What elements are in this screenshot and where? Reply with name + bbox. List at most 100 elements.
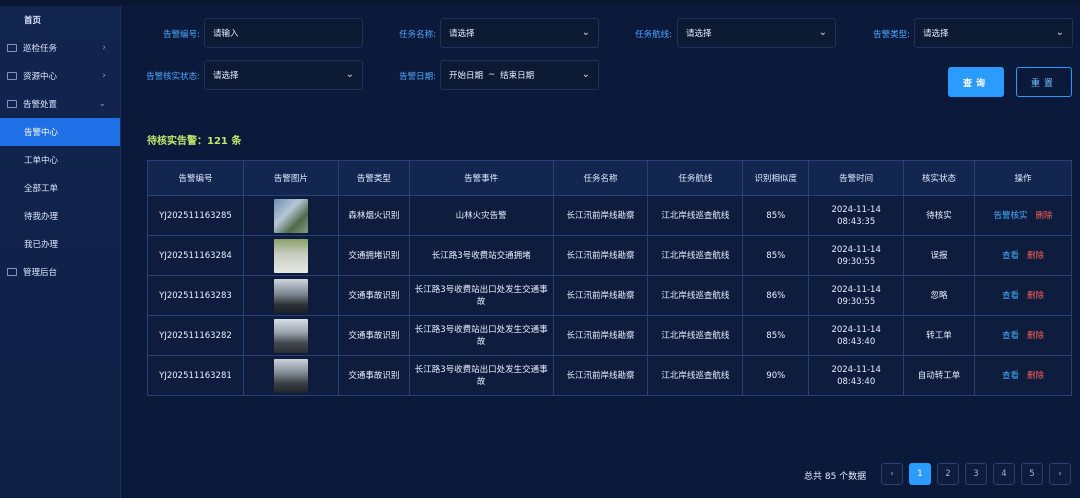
sidebar-item-label: 告警中心 — [24, 128, 59, 138]
cell-task-route: 江北岸线巡查航线 — [647, 275, 744, 316]
alarm-date-range[interactable]: 开始日期 ~ 结束日期 ⌄ — [440, 60, 599, 90]
cell-alarm-type: 交通事故识别 — [337, 355, 410, 396]
verify-status-label: 告警核实状态: — [146, 72, 200, 82]
sidebar: 首页 巡检任务 › 资源中心 › 告警处置 ⌄ 告警中心 工单中心 全部工单 待… — [0, 6, 121, 498]
alarm-thumbnail[interactable] — [273, 238, 308, 273]
cell-alarm-event: 长江路3号收费站交通拥堵 — [408, 235, 554, 276]
alarm-date-label: 告警日期: — [399, 72, 436, 82]
cell-alarm-type: 交通拥堵识别 — [337, 235, 410, 276]
cell-operation: 查看 删除 — [974, 315, 1072, 356]
pagination-prev-button[interactable]: ‹ — [881, 463, 903, 485]
chevron-down-icon: ⌄ — [581, 27, 590, 38]
pagination-page-1[interactable]: 1 — [909, 463, 931, 485]
sidebar-item-patrol-tasks[interactable]: 巡检任务 › — [0, 34, 120, 62]
sidebar-item-alarm-center[interactable]: 告警中心 — [0, 118, 120, 146]
alarm-type-value: 请选择 — [923, 29, 949, 39]
alarm-thumbnail[interactable] — [273, 198, 308, 233]
cell-alarm-image[interactable] — [242, 355, 339, 396]
view-link[interactable]: 查看 — [1002, 251, 1019, 261]
grid-icon — [7, 268, 17, 276]
sidebar-item-label: 全部工单 — [24, 184, 59, 194]
chevron-down-icon: ⌄ — [818, 27, 827, 38]
pagination-page-4[interactable]: 4 — [993, 463, 1015, 485]
cell-alarm-event: 长江路3号收费站出口处发生交通事故 — [408, 355, 554, 396]
sidebar-item-all-workorders[interactable]: 全部工单 — [0, 174, 120, 202]
delete-link[interactable]: 删除 — [1027, 371, 1044, 381]
alarm-thumbnail[interactable] — [273, 318, 308, 353]
delete-link[interactable]: 删除 — [1027, 291, 1044, 301]
sidebar-item-alarm-handling[interactable]: 告警处置 ⌄ — [0, 90, 120, 118]
cell-alarm-image[interactable] — [242, 275, 339, 316]
delete-link[interactable]: 删除 — [1027, 331, 1044, 341]
cell-alarm-no: YJ202511163282 — [147, 315, 244, 356]
cell-alarm-image[interactable] — [242, 235, 339, 276]
alarm-no-input[interactable]: 请输入 — [204, 18, 363, 48]
alarm-type-label: 告警类型: — [873, 30, 910, 40]
sidebar-item-label: 巡检任务 — [23, 44, 58, 54]
sidebar-item-my-done[interactable]: 我已办理 — [0, 230, 120, 258]
header-alarm-no: 告警编号 — [147, 160, 244, 196]
query-button[interactable]: 查询 — [948, 67, 1004, 97]
sidebar-item-label: 工单中心 — [24, 156, 59, 166]
header-alarm-image: 告警图片 — [242, 160, 339, 196]
verify-status-select[interactable]: 请选择 ⌄ — [204, 60, 363, 90]
alarm-thumbnail[interactable] — [273, 278, 308, 313]
pagination-page-2[interactable]: 2 — [937, 463, 959, 485]
cell-alarm-time: 2024-11-14 09:30:55 — [808, 275, 905, 316]
task-route-label: 任务航线: — [635, 30, 672, 40]
header-alarm-time: 告警时间 — [808, 160, 905, 196]
cell-similarity: 85% — [742, 195, 810, 236]
pagination-page-5[interactable]: 5 — [1021, 463, 1043, 485]
cell-alarm-time: 2024-11-14 08:43:35 — [808, 195, 905, 236]
task-name-select[interactable]: 请选择 ⌄ — [440, 18, 599, 48]
view-link[interactable]: 查看 — [1002, 331, 1019, 341]
date-separator: ~ — [488, 70, 496, 80]
cell-alarm-time: 2024-11-14 09:30:55 — [808, 235, 905, 276]
view-link[interactable]: 查看 — [1002, 291, 1019, 301]
cell-operation: 查看 删除 — [974, 235, 1072, 276]
chevron-down-icon: ⌄ — [98, 99, 106, 109]
cell-task-name: 长江汛前岸线勘察 — [552, 235, 649, 276]
cell-operation: 告警核实 删除 — [974, 195, 1072, 236]
chevron-right-icon: › — [102, 43, 106, 53]
table-row: YJ202511163283 交通事故识别 长江路3号收费站出口处发生交通事故 … — [147, 275, 1072, 316]
cell-verify-status: 待核实 — [903, 195, 976, 236]
date-start: 开始日期 — [449, 71, 484, 81]
delete-link[interactable]: 删除 — [1027, 251, 1044, 261]
header-task-route: 任务航线 — [647, 160, 744, 196]
view-link[interactable]: 查看 — [1002, 371, 1019, 381]
reset-button[interactable]: 重置 — [1016, 67, 1072, 97]
cell-task-route: 江北岸线巡查航线 — [647, 355, 744, 396]
cell-task-name: 长江汛前岸线勘察 — [552, 315, 649, 356]
sidebar-item-resource-center[interactable]: 资源中心 › — [0, 62, 120, 90]
alarm-type-select[interactable]: 请选择 ⌄ — [914, 18, 1073, 48]
cell-alarm-image[interactable] — [242, 315, 339, 356]
sidebar-item-my-todo[interactable]: 待我办理 — [0, 202, 120, 230]
sidebar-item-workorder-center[interactable]: 工单中心 — [0, 146, 120, 174]
verify-alarm-link[interactable]: 告警核实 — [993, 211, 1027, 221]
task-name-label: 任务名称: — [399, 30, 436, 40]
delete-link[interactable]: 删除 — [1036, 211, 1053, 221]
alarm-thumbnail[interactable] — [273, 358, 308, 393]
table-row: YJ202511163281 交通事故识别 长江路3号收费站出口处发生交通事故 … — [147, 355, 1072, 396]
chevron-down-icon: ⌄ — [345, 69, 354, 80]
sidebar-item-admin[interactable]: 管理后台 — [0, 258, 120, 286]
table-header-row: 告警编号 告警图片 告警类型 告警事件 任务名称 任务航线 识别相似度 告警时间… — [147, 160, 1072, 196]
pending-alarm-count: 待核实告警：121 条 — [147, 136, 242, 147]
pagination-next-button[interactable]: › — [1049, 463, 1071, 485]
alarm-table: 告警编号 告警图片 告警类型 告警事件 任务名称 任务航线 识别相似度 告警时间… — [147, 160, 1072, 396]
cell-alarm-image[interactable] — [242, 195, 339, 236]
header-verify-status: 核实状态 — [903, 160, 976, 196]
pagination-page-3[interactable]: 3 — [965, 463, 987, 485]
sidebar-item-home[interactable]: 首页 — [0, 6, 120, 34]
cell-task-name: 长江汛前岸线勘察 — [552, 275, 649, 316]
table-row: YJ202511163284 交通拥堵识别 长江路3号收费站交通拥堵 长江汛前岸… — [147, 235, 1072, 276]
task-route-select[interactable]: 请选择 ⌄ — [677, 18, 836, 48]
cell-alarm-event: 山林火灾告警 — [408, 195, 554, 236]
header-alarm-event: 告警事件 — [408, 160, 554, 196]
cell-similarity: 85% — [742, 235, 810, 276]
alarm-no-label: 告警编号: — [163, 30, 200, 40]
alarm-no-placeholder: 请输入 — [213, 29, 239, 39]
header-alarm-type: 告警类型 — [337, 160, 410, 196]
cell-task-name: 长江汛前岸线勘察 — [552, 355, 649, 396]
